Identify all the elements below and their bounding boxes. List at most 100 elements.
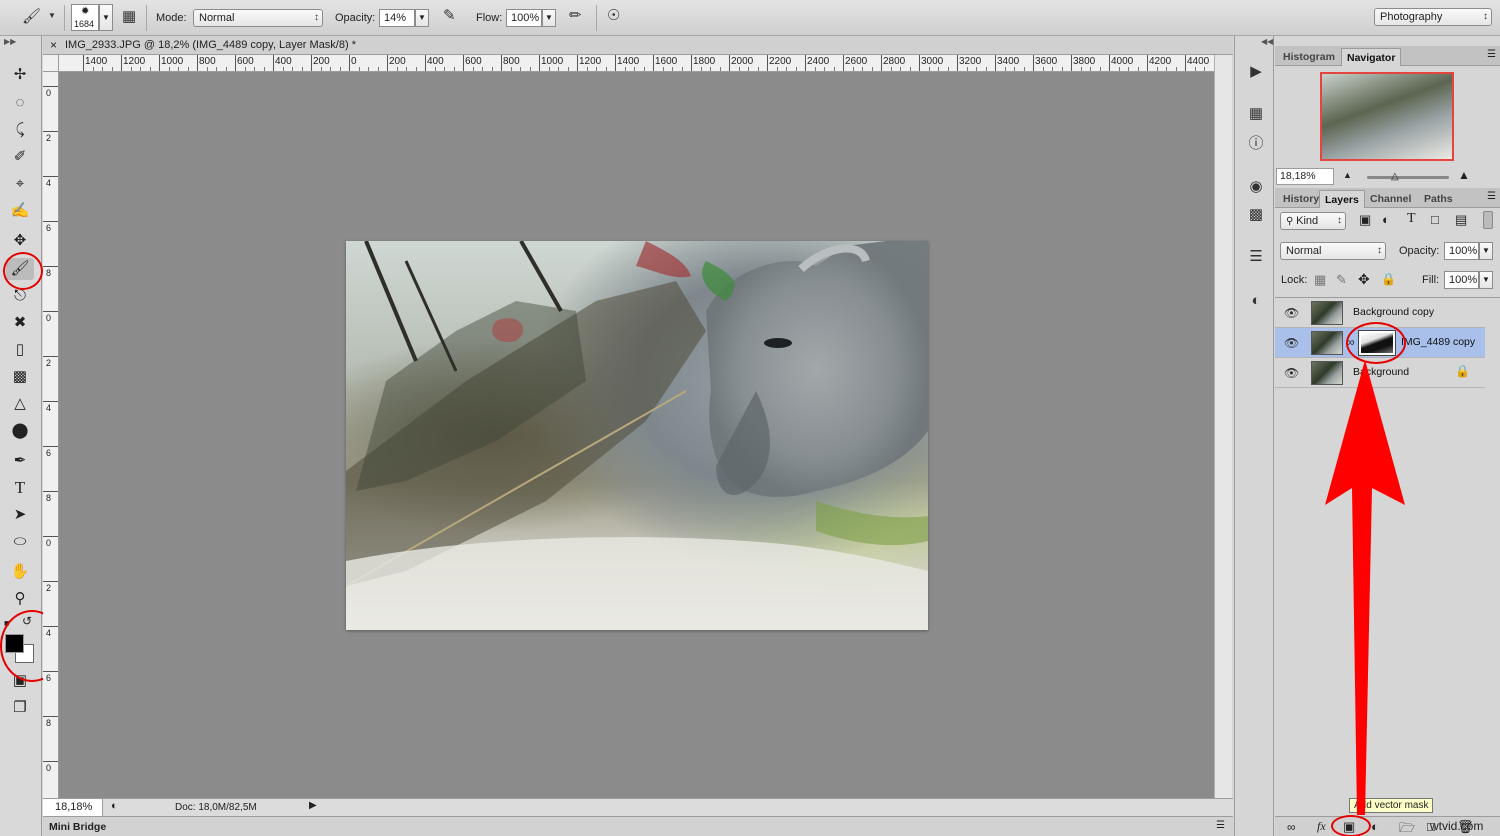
pressure-opacity-icon[interactable]: ✎ [443,8,456,23]
zoom-tool-icon[interactable]: ⚲ [6,588,34,610]
filter-type-icon[interactable]: T [1407,211,1416,227]
status-info-icon[interactable]: ◐ [111,800,118,812]
pressure-size-icon[interactable]: ☉ [607,8,620,23]
lock-pixels-icon[interactable]: ✎ [1336,272,1347,288]
fill-arrow[interactable]: ▼ [1479,271,1493,289]
flow-input[interactable]: 100% [506,9,542,27]
document-image[interactable] [346,241,928,630]
lasso-tool-icon[interactable]: ⤹ [6,119,34,141]
workspace-select[interactable]: Photography [1374,8,1492,26]
path-selection-tool-icon[interactable]: ➤ [6,504,34,526]
zoom-level-field[interactable]: 18,18% [43,799,103,816]
adjustment-layer-icon[interactable]: ◐ [1371,819,1379,834]
filter-pixel-icon[interactable]: ▣ [1359,212,1371,228]
tab-paths[interactable]: Paths [1419,190,1458,208]
spot-healing-tool-icon[interactable]: ✥ [6,230,34,252]
vertical-scrollbar[interactable] [1214,55,1232,798]
crop-tool-icon[interactable]: ⌖ [6,173,34,195]
ruler-label: 200 [389,56,406,67]
mini-bridge-menu-icon[interactable]: ☰ [1216,820,1225,831]
new-group-icon[interactable]: 🗁 [1399,819,1415,836]
tab-navigator[interactable]: Navigator [1341,48,1401,66]
gradient-tool-icon[interactable]: ▩ [6,366,34,388]
zoom-out-icon[interactable]: ▲ [1343,170,1352,180]
document-tab[interactable]: × IMG_2933.JPG @ 18,2% (IMG_4489 copy, L… [43,36,1233,55]
layer-opacity-input[interactable]: 100% [1444,242,1479,260]
tab-layers[interactable]: Layers [1319,190,1365,208]
fill-input[interactable]: 100% [1444,271,1479,289]
history-brush-tool-icon[interactable]: ✖ [6,312,34,334]
status-menu-arrow-icon[interactable]: ▶ [309,800,317,811]
opacity-input[interactable]: 14% [379,9,415,27]
flow-slider-arrow[interactable]: ▼ [542,9,556,27]
move-tool-icon[interactable]: ✢ [6,64,34,86]
strip-collapse-icon[interactable]: ◀◀ [1261,37,1273,46]
zoom-in-icon[interactable]: ▲ [1458,168,1470,182]
ruler-minor-tick [397,67,398,71]
eraser-tool-icon[interactable]: ▯ [6,339,34,361]
filter-toggle-switch[interactable] [1483,211,1493,229]
navigator-menu-icon[interactable]: ☰ [1487,49,1496,60]
ruler-origin[interactable] [43,55,59,72]
brush-size-value: 1684 [74,19,94,29]
actions-play-icon[interactable]: ▶ [1245,61,1267,83]
3d-panel-icon[interactable]: ▦ [1245,103,1267,125]
filter-kind-select[interactable]: ⚲ Kind [1280,212,1346,230]
navigator-zoom-slider[interactable]: △ [1367,176,1449,179]
ruler-tick [43,761,58,762]
ruler-minor-tick [140,67,141,71]
filter-search-icon: ⚲ [1286,216,1296,227]
navigator-preview[interactable] [1320,72,1454,161]
info-icon[interactable]: ⓘ [1245,133,1267,155]
pen-tool-icon[interactable]: ✒ [6,450,34,472]
ruler-label: 6 [46,448,51,458]
lock-all-icon[interactable]: 🔒 [1381,272,1396,286]
add-layer-style-icon[interactable]: fx [1317,819,1326,834]
navigator-zoom-field[interactable]: 18,18% [1276,168,1334,185]
brush-panel-toggle-icon[interactable]: ▦ [122,9,136,24]
brush-picker-arrow[interactable]: ▼ [99,4,113,31]
ruler-minor-tick [1014,67,1015,71]
ruler-tick [425,55,426,71]
visibility-eye-icon[interactable]: 👁 [1284,336,1299,350]
eyedropper-tool-icon[interactable]: ✍ [6,200,34,222]
mode-select[interactable]: Normal [193,9,323,27]
filter-smart-object-icon[interactable]: ▤ [1455,212,1467,228]
properties-panel-icon[interactable]: ☰ [1245,246,1267,268]
tools-collapse-icon[interactable]: ▶▶ [4,37,16,46]
filter-shape-icon[interactable]: □ [1431,212,1439,227]
type-tool-icon[interactable]: T [6,477,34,499]
quick-selection-tool-icon[interactable]: ✐ [6,146,34,168]
lock-position-icon[interactable]: ✥ [1358,271,1370,288]
swatches-panel-icon[interactable]: ▩ [1245,204,1267,226]
opacity-slider-arrow[interactable]: ▼ [415,9,429,27]
close-tab-icon[interactable]: × [50,38,57,52]
layer-blend-mode-select[interactable]: Normal [1280,242,1386,260]
tab-channel[interactable]: Channel [1365,190,1416,208]
link-layers-icon[interactable]: ∞ [1287,820,1296,834]
adjustments-panel-icon[interactable]: ◐ [1245,290,1267,312]
tool-preset-dropdown[interactable]: ▼ [48,12,56,20]
screen-mode-icon[interactable]: ❐ [6,697,34,719]
layer-opacity-arrow[interactable]: ▼ [1479,242,1493,260]
blur-tool-icon[interactable]: △ [6,393,34,415]
color-panel-icon[interactable]: ◉ [1245,176,1267,198]
brush-preset-picker[interactable]: ✹ 1684 [71,4,99,31]
brush-tool-icon[interactable]: 🖌 [22,9,41,24]
tools-panel: ▶▶ ✢ ◌ ⤹ ✐ ⌖ ✍ ✥ 🖌 ⎋ ✖ ▯ ▩ △ ⬤ ✒ T ➤ ⬭ ✋… [0,36,42,836]
zoom-slider-thumb[interactable]: △ [1391,171,1399,182]
airbrush-icon[interactable]: ✏ [569,8,582,23]
dodge-tool-icon[interactable]: ⬤ [6,420,34,442]
filter-adjustment-icon[interactable]: ◐ [1382,212,1390,227]
visibility-eye-icon[interactable]: 👁 [1284,366,1299,380]
tab-histogram[interactable]: Histogram [1278,48,1340,66]
lock-transparent-icon[interactable]: ▦ [1314,272,1326,288]
marquee-tool-icon[interactable]: ◌ [6,92,34,114]
tab-history[interactable]: History [1278,190,1324,208]
ellipse-tool-icon[interactable]: ⬭ [6,531,34,553]
mini-bridge-panel[interactable]: Mini Bridge ☰ [43,816,1233,836]
hand-tool-icon[interactable]: ✋ [6,561,34,583]
layers-menu-icon[interactable]: ☰ [1487,191,1496,202]
ruler-label: 3400 [997,56,1019,67]
visibility-eye-icon[interactable]: 👁 [1284,306,1299,320]
